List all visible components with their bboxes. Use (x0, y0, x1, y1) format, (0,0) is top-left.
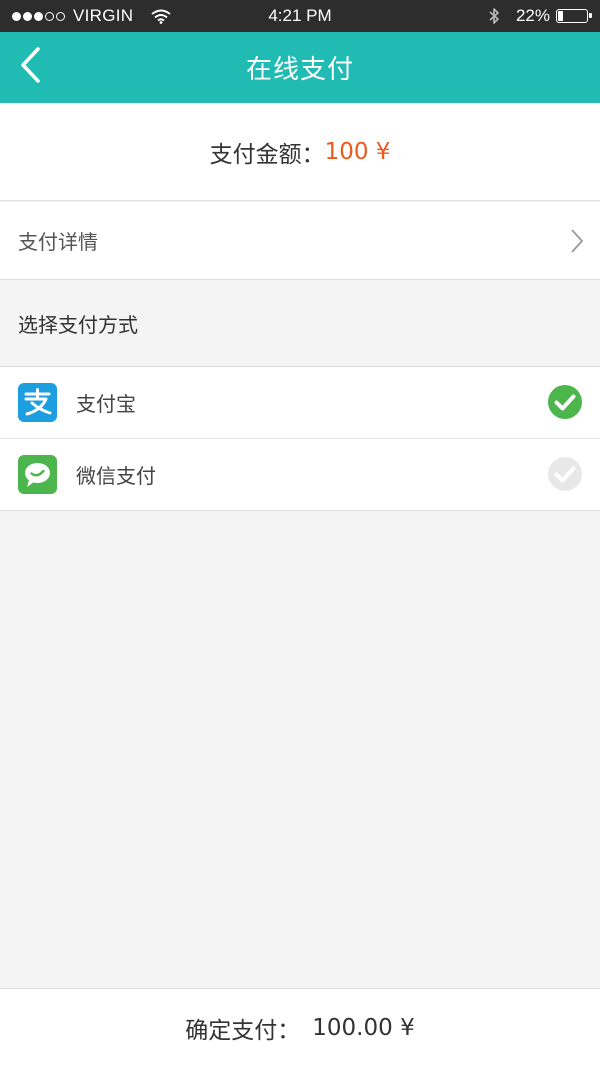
battery-level-fill (558, 11, 563, 21)
chevron-left-icon (18, 46, 42, 88)
amount-value: 100 ¥ (324, 138, 391, 165)
status-right: 22% (489, 0, 592, 32)
payment-details-label: 支付详情 (18, 230, 98, 254)
payment-method-list: 支付宝 微信支付 (0, 367, 600, 511)
payment-option-label: 支付宝 (76, 392, 136, 416)
amount-label: 支付金额： (209, 141, 325, 168)
payment-option-wechat[interactable]: 微信支付 (0, 438, 600, 510)
check-selected-icon (548, 385, 582, 419)
wechat-icon (18, 455, 57, 494)
confirm-amount: 100.00 ¥ (312, 1015, 415, 1041)
confirm-label: 确定支付： (185, 1018, 301, 1044)
payment-option-label: 微信支付 (76, 464, 156, 488)
payment-option-alipay[interactable]: 支付宝 (0, 367, 600, 438)
nav-bar: 在线支付 (0, 32, 600, 103)
page-title: 在线支付 (245, 55, 354, 85)
battery-percent: 22% (515, 6, 550, 25)
back-button[interactable] (10, 44, 50, 90)
bluetooth-icon (489, 7, 500, 25)
confirm-payment-button[interactable]: 确定支付： 100.00 ¥ (0, 988, 600, 1067)
check-unselected-icon (548, 457, 582, 491)
chevron-right-icon (570, 228, 584, 258)
payment-details-row[interactable]: 支付详情 (0, 202, 600, 280)
alipay-icon (18, 383, 57, 422)
payment-method-header: 选择支付方式 (0, 281, 600, 367)
battery-icon (556, 9, 592, 23)
section-title: 选择支付方式 (18, 313, 138, 337)
status-bar: VIRGIN 4:21 PM 22% (0, 0, 600, 32)
payment-amount: 支付金额： 100 ¥ (0, 103, 600, 201)
